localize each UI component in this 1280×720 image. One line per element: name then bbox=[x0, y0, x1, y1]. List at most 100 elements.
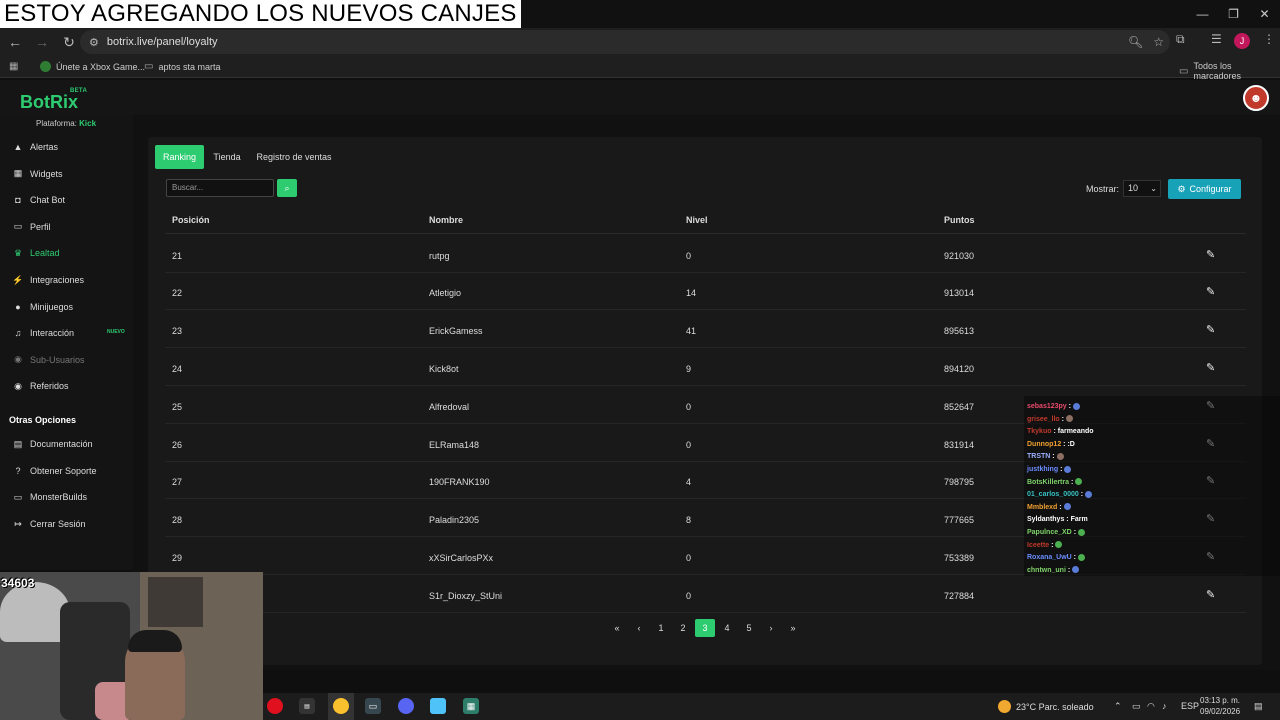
chat-username: BotsKillertra bbox=[1027, 478, 1070, 486]
page-5[interactable]: 5 bbox=[739, 619, 759, 637]
page-3[interactable]: 3 bbox=[695, 619, 715, 637]
address-bar[interactable]: ⚙ botrix.live/panel/loyalty 🔍︎ ☆ bbox=[80, 30, 1170, 54]
chat-username: sebas123py bbox=[1027, 403, 1067, 410]
sidebar-item-alertas[interactable]: ▲ Alertas bbox=[0, 137, 133, 157]
folder-icon[interactable]: ▭ bbox=[365, 698, 381, 714]
gears-icon: ⚙ bbox=[1177, 183, 1186, 194]
clock[interactable]: 03:13 p. m. 09/02/2026 bbox=[1200, 695, 1240, 717]
brand-logo[interactable]: BotRix bbox=[20, 92, 78, 113]
chevron-up-icon[interactable]: ⌃ bbox=[1114, 701, 1122, 712]
bookmark-star-icon[interactable]: ☆ bbox=[1153, 35, 1164, 49]
search-button[interactable]: ⌕ bbox=[277, 179, 297, 197]
cell-nivel: 0 bbox=[686, 440, 692, 450]
cell-posicion: 22 bbox=[172, 288, 183, 298]
page-1[interactable]: 1 bbox=[651, 619, 671, 637]
cell-nivel: 41 bbox=[686, 326, 697, 336]
page-4[interactable]: 4 bbox=[717, 619, 737, 637]
tab-ranking[interactable]: Ranking bbox=[155, 145, 204, 169]
sidebar-item-sub-usuarios[interactable]: ◉ Sub-Usuarios bbox=[0, 350, 133, 370]
discord-icon[interactable] bbox=[398, 698, 414, 714]
sidebar-item-obtener-soporte[interactable]: ? Obtener Soporte bbox=[0, 461, 133, 481]
first-page-button[interactable]: « bbox=[607, 619, 627, 637]
calculator-icon[interactable]: ▦ bbox=[463, 698, 479, 714]
minimize-icon[interactable]: — bbox=[1187, 0, 1218, 28]
sidebar-item-documentación[interactable]: ▤ Documentación bbox=[0, 434, 133, 454]
apps-grid-icon[interactable]: ▦ bbox=[9, 61, 18, 72]
platform-label: Plataforma: Kick bbox=[36, 119, 96, 128]
sidebar-item-minijuegos[interactable]: ● Minijuegos bbox=[0, 297, 133, 317]
tab-registro-ventas[interactable]: Registro de ventas bbox=[252, 145, 336, 169]
app-header bbox=[0, 80, 1280, 115]
profile-avatar[interactable]: J bbox=[1234, 33, 1250, 49]
sidebar-item-label: Widgets bbox=[30, 168, 63, 179]
wifi-icon[interactable]: ◠ bbox=[1147, 701, 1155, 712]
extensions-icon[interactable]: ⧉ bbox=[1176, 32, 1185, 47]
chat-username: Mmblexd bbox=[1027, 503, 1058, 511]
sidebar-item-label: Integraciones bbox=[30, 275, 85, 285]
chat-emote-icon bbox=[1075, 478, 1083, 486]
chat-emote-icon bbox=[1065, 415, 1073, 423]
sidebar-item-referidos[interactable]: ◉ Referidos bbox=[0, 376, 133, 396]
edit-pencil-icon[interactable]: ✎ bbox=[1206, 361, 1215, 374]
cell-posicion: 24 bbox=[172, 364, 183, 374]
cell-nombre: rutpg bbox=[429, 251, 450, 261]
tab-tienda[interactable]: Tienda bbox=[208, 145, 246, 169]
sidebar-item-chat-bot[interactable]: ◘ Chat Bot bbox=[0, 190, 133, 210]
reading-list-icon[interactable]: ☰ bbox=[1211, 32, 1222, 46]
edit-pencil-icon[interactable]: ✎ bbox=[1206, 248, 1215, 261]
language-indicator[interactable]: ESP bbox=[1181, 701, 1199, 711]
chat-message: Roxana_UwU : bbox=[1027, 553, 1085, 563]
app-icon[interactable] bbox=[430, 698, 446, 714]
folder-icon: ▭ bbox=[1179, 65, 1189, 77]
sidebar-item-label: Referidos bbox=[30, 381, 69, 392]
sidebar-item-widgets[interactable]: ▦ Widgets bbox=[0, 164, 133, 184]
user-avatar[interactable]: ☻ bbox=[1243, 85, 1269, 111]
notification-icon[interactable]: ▤ bbox=[1254, 701, 1263, 712]
app-icon[interactable]: ▤ bbox=[299, 698, 315, 714]
chat-username: Papulnce_XD bbox=[1027, 529, 1072, 536]
edit-pencil-icon[interactable]: ✎ bbox=[1206, 323, 1215, 336]
search-input[interactable]: Buscar... bbox=[166, 179, 274, 197]
all-bookmarks[interactable]: ▭ Todos los marcadores bbox=[1179, 61, 1280, 81]
back-icon[interactable]: ← bbox=[3, 30, 27, 54]
reload-icon[interactable]: ↻ bbox=[57, 30, 81, 54]
chat-emote-icon bbox=[1085, 490, 1093, 498]
column-header-puntos: Puntos bbox=[944, 215, 975, 225]
cell-puntos: 894120 bbox=[944, 364, 975, 374]
restore-icon[interactable]: ❐ bbox=[1218, 0, 1249, 28]
bookmark-xbox[interactable]: Únete a Xbox Game... bbox=[40, 61, 145, 72]
weather-widget[interactable]: 23°C Parc. soleado bbox=[998, 700, 1094, 713]
sidebar-item-perfil[interactable]: ▭ Perfil bbox=[0, 217, 133, 237]
opera-icon[interactable] bbox=[267, 698, 283, 714]
cell-posicion: 23 bbox=[172, 326, 183, 336]
forward-icon[interactable]: → bbox=[30, 30, 54, 54]
configurar-button[interactable]: ⚙ Configurar bbox=[1168, 179, 1241, 199]
bookmark-folder-aptos[interactable]: ▭ aptos sta marta bbox=[144, 61, 220, 72]
id-card-icon: ▭ bbox=[13, 221, 23, 232]
next-page-button[interactable]: › bbox=[761, 619, 781, 637]
volume-icon[interactable]: ♪ bbox=[1162, 701, 1167, 711]
prev-page-button[interactable]: ‹ bbox=[629, 619, 649, 637]
sidebar-item-interacción[interactable]: ♫ Interacción NUEVO bbox=[0, 323, 133, 343]
network-icon[interactable]: ▭ bbox=[1132, 701, 1141, 712]
close-icon[interactable]: ✕ bbox=[1249, 0, 1280, 28]
chat-username: Dunnop12 bbox=[1027, 440, 1062, 448]
edit-pencil-icon[interactable]: ✎ bbox=[1206, 588, 1215, 601]
page-2[interactable]: 2 bbox=[673, 619, 693, 637]
site-info-icon[interactable]: ⚙ bbox=[89, 36, 99, 49]
edit-pencil-icon[interactable]: ✎ bbox=[1206, 285, 1215, 298]
cell-nivel: 0 bbox=[686, 591, 692, 601]
chrome-icon[interactable] bbox=[333, 698, 349, 714]
chat-message: chntwn_uni : bbox=[1027, 566, 1080, 576]
sidebar-item-monsterbuilds[interactable]: ▭ MonsterBuilds bbox=[0, 487, 133, 507]
menu-kebab-icon[interactable]: ⋮ bbox=[1263, 32, 1275, 46]
zoom-icon[interactable]: 🔍︎ bbox=[1128, 35, 1143, 49]
mostrar-select[interactable]: 10 ⌄ bbox=[1123, 180, 1161, 197]
last-page-button[interactable]: » bbox=[783, 619, 803, 637]
url-text[interactable]: botrix.live/panel/loyalty bbox=[107, 36, 218, 48]
sidebar-item-lealtad[interactable]: ♛ Lealtad bbox=[0, 243, 133, 263]
sidebar-item-integraciones[interactable]: ⚡ Integraciones bbox=[0, 270, 133, 290]
search-icon: ⌕ bbox=[284, 182, 290, 193]
cell-nombre: ELRama148 bbox=[429, 440, 480, 450]
sidebar-item-cerrar-sesión[interactable]: ↦ Cerrar Sesión bbox=[0, 514, 133, 534]
